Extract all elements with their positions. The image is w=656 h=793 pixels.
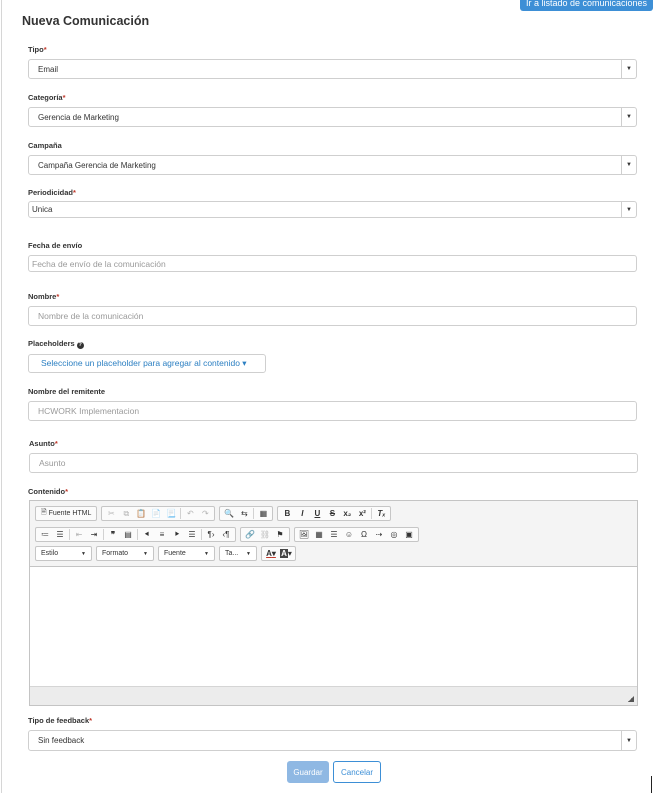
blockquote-icon[interactable]: ❞ xyxy=(106,529,120,541)
superscript-icon[interactable]: x² xyxy=(355,508,369,520)
clipboard-group: ✂ ⧉ 📋 📄 📃 ↶ ↷ xyxy=(101,506,216,521)
chevron-down-icon: ▼ xyxy=(621,108,636,126)
numbered-list-icon[interactable]: ≔ xyxy=(38,529,52,541)
editor-content-area[interactable] xyxy=(30,567,637,687)
insert-image-icon[interactable]: ▣ xyxy=(402,529,416,541)
categoria-label: Categoría* xyxy=(28,93,66,102)
editor-toolbar: 🗎 Fuente HTML ✂ ⧉ 📋 📄 📃 ↶ ↷ 🔍 ⇆ ▦ B I U … xyxy=(30,501,637,567)
question-circle-icon[interactable]: ? xyxy=(76,342,84,349)
feedback-select[interactable]: Sin feedback ▼ xyxy=(28,730,637,751)
links-group: 🔗 ⛓ ⚑ xyxy=(240,527,290,542)
page-title: Nueva Comunicación xyxy=(22,14,150,28)
left-border xyxy=(1,0,2,793)
chevron-down-icon: ▼ xyxy=(621,202,636,217)
campana-value: Campaña Gerencia de Marketing xyxy=(38,160,156,170)
rtl-icon[interactable]: ‹¶ xyxy=(219,529,233,541)
placeholder-dropdown-button[interactable]: Seleccione un placeholder para agregar a… xyxy=(28,354,266,373)
chevron-down-icon: ▼ xyxy=(621,60,636,78)
paragraph-group: ≔ ☰ ⇤ ⇥ ❞ ▤ ⯇ ≡ ⯈ ☰ ¶› ‹¶ xyxy=(35,527,236,542)
align-left-icon[interactable]: ⯇ xyxy=(140,529,154,541)
insert-group: 🖼 ▦ ☰ ☺ Ω ⇢ ◎ ▣ xyxy=(294,527,419,542)
source-html-button[interactable]: 🗎 Fuente HTML xyxy=(38,508,94,520)
subscript-icon[interactable]: x₂ xyxy=(340,508,354,520)
tipo-value: Email xyxy=(38,64,59,74)
save-button[interactable]: Guardar xyxy=(287,761,329,783)
feedback-label: Tipo de feedback* xyxy=(28,716,93,725)
contenido-label: Contenido* xyxy=(28,487,68,496)
cancel-button[interactable]: Cancelar xyxy=(333,761,381,783)
resize-handle-icon[interactable] xyxy=(628,696,634,702)
tipo-select[interactable]: Email ▼ xyxy=(28,59,637,79)
text-cursor xyxy=(651,776,652,793)
bold-icon[interactable]: B xyxy=(280,508,294,520)
remitente-label: Nombre del remitente xyxy=(28,387,106,396)
select-all-icon[interactable]: ▦ xyxy=(256,508,270,520)
anchor-flag-icon[interactable]: ⚑ xyxy=(273,529,287,541)
div-container-icon[interactable]: ▤ xyxy=(121,529,135,541)
page-break-icon[interactable]: ⇢ xyxy=(372,529,386,541)
indent-icon[interactable]: ⇥ xyxy=(87,529,101,541)
bg-color-button[interactable]: A ▾ xyxy=(279,548,293,560)
cut-icon[interactable]: ✂ xyxy=(104,508,118,520)
ltr-icon[interactable]: ¶› xyxy=(204,529,218,541)
paste-word-icon[interactable]: 📃 xyxy=(164,508,178,520)
italic-icon[interactable]: I xyxy=(295,508,309,520)
color-group: A ▾ A ▾ xyxy=(261,546,296,561)
chevron-down-icon: ▼ xyxy=(621,156,636,174)
link-icon[interactable]: 🔗 xyxy=(243,529,257,541)
table-icon[interactable]: ▦ xyxy=(312,529,326,541)
size-combo[interactable]: Ta... ▼ xyxy=(219,546,257,561)
special-char-icon[interactable]: Ω xyxy=(357,529,371,541)
remove-format-icon[interactable]: Tₓ xyxy=(374,508,388,520)
smiley-icon[interactable]: ☺ xyxy=(342,529,356,541)
underline-icon[interactable]: U xyxy=(310,508,324,520)
periodicidad-value: Unica xyxy=(32,205,53,214)
find-group: 🔍 ⇆ ▦ xyxy=(219,506,274,521)
chevron-down-icon: ▼ xyxy=(621,731,636,750)
periodicidad-select[interactable]: Unica ▼ xyxy=(28,201,637,218)
categoria-select[interactable]: Gerencia de Marketing ▼ xyxy=(28,107,637,127)
copy-icon[interactable]: ⧉ xyxy=(119,508,133,520)
outdent-icon[interactable]: ⇤ xyxy=(72,529,86,541)
paste-icon[interactable]: 📋 xyxy=(134,508,148,520)
placeholders-label: Placeholders? xyxy=(28,339,84,349)
redo-icon[interactable]: ↷ xyxy=(198,508,212,520)
rich-text-editor: 🗎 Fuente HTML ✂ ⧉ 📋 📄 📃 ↶ ↷ 🔍 ⇆ ▦ B I U … xyxy=(29,500,638,706)
feedback-value: Sin feedback xyxy=(38,736,85,745)
campana-select[interactable]: Campaña Gerencia de Marketing ▼ xyxy=(28,155,637,175)
remitente-input[interactable]: HCWORK Implementacion xyxy=(28,401,637,421)
undo-icon[interactable]: ↶ xyxy=(183,508,197,520)
text-color-button[interactable]: A ▾ xyxy=(264,548,278,560)
find-icon[interactable]: 🔍 xyxy=(222,508,236,520)
align-center-icon[interactable]: ≡ xyxy=(155,529,169,541)
fecha-envio-input[interactable]: Fecha de envío de la comunicación xyxy=(28,255,637,272)
nombre-input[interactable]: Nombre de la comunicación xyxy=(28,306,637,326)
iframe-icon[interactable]: ◎ xyxy=(387,529,401,541)
fecha-envio-label: Fecha de envío xyxy=(28,241,83,250)
strikethrough-icon[interactable]: S xyxy=(325,508,339,520)
nombre-label: Nombre* xyxy=(28,292,60,301)
asunto-label: Asunto* xyxy=(29,439,58,448)
tipo-label: Tipo* xyxy=(28,45,47,54)
source-group: 🗎 Fuente HTML xyxy=(35,506,98,521)
replace-icon[interactable]: ⇆ xyxy=(237,508,251,520)
asunto-input[interactable]: Asunto xyxy=(29,453,638,473)
justify-icon[interactable]: ☰ xyxy=(185,529,199,541)
unlink-icon[interactable]: ⛓ xyxy=(258,529,272,541)
basic-style-group: B I U S x₂ x² Tₓ xyxy=(277,506,392,521)
horizontal-line-icon[interactable]: ☰ xyxy=(327,529,341,541)
paste-text-icon[interactable]: 📄 xyxy=(149,508,163,520)
list-communications-button[interactable]: Ir a listado de comunicaciones xyxy=(520,0,653,11)
editor-status-bar xyxy=(30,686,637,705)
campana-label: Campaña xyxy=(28,141,62,150)
bulleted-list-icon[interactable]: ☰ xyxy=(53,529,67,541)
periodicidad-label: Periodicidad* xyxy=(28,188,76,197)
style-combo[interactable]: Estilo ▼ xyxy=(35,546,92,561)
align-right-icon[interactable]: ⯈ xyxy=(170,529,184,541)
font-combo[interactable]: Fuente ▼ xyxy=(158,546,215,561)
format-combo[interactable]: Formato ▼ xyxy=(96,546,154,561)
categoria-value: Gerencia de Marketing xyxy=(38,112,119,122)
image-icon[interactable]: 🖼 xyxy=(297,529,311,541)
